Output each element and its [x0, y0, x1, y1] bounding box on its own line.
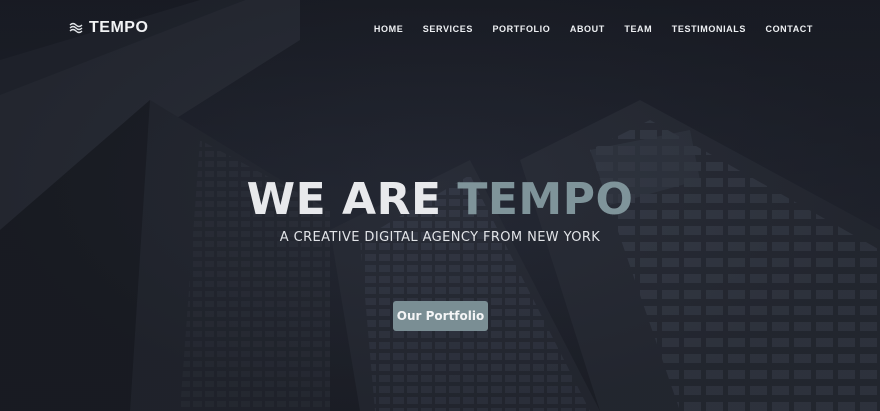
nav-link-contact[interactable]: CONTACT — [765, 24, 813, 34]
nav-link-home[interactable]: HOME — [374, 24, 403, 34]
top-navbar: TEMPO HOME SERVICES PORTFOLIO ABOUT TEAM… — [0, 0, 880, 56]
nav-item-home: HOME — [374, 19, 403, 37]
nav-item-team: TEAM — [624, 19, 652, 37]
hero-title-accent: TEMPO — [457, 174, 634, 225]
nav-link-portfolio[interactable]: PORTFOLIO — [492, 24, 550, 34]
our-portfolio-button[interactable]: Our Portfolio — [393, 301, 488, 331]
nav-link-testimonials[interactable]: TESTIMONIALS — [672, 24, 746, 34]
nav-link-team[interactable]: TEAM — [624, 24, 652, 34]
nav-item-about: ABOUT — [570, 19, 605, 37]
nav-item-contact: CONTACT — [765, 19, 813, 37]
hero-title: WE ARE TEMPO — [0, 174, 880, 226]
brand-name: TEMPO — [89, 19, 149, 36]
brand-logo[interactable]: TEMPO — [69, 19, 148, 37]
nav-menu: HOME SERVICES PORTFOLIO ABOUT TEAM TESTI… — [374, 19, 813, 37]
hero-subtitle: A CREATIVE DIGITAL AGENCY FROM NEW YORK — [279, 230, 601, 245]
waves-logo-icon — [69, 22, 83, 34]
nav-item-services: SERVICES — [423, 19, 473, 37]
hero-section: TEMPO HOME SERVICES PORTFOLIO ABOUT TEAM… — [0, 0, 880, 411]
nav-link-about[interactable]: ABOUT — [570, 24, 605, 34]
nav-link-services[interactable]: SERVICES — [423, 24, 473, 34]
nav-item-testimonials: TESTIMONIALS — [672, 19, 746, 37]
hero-content: WE ARE TEMPO A CREATIVE DIGITAL AGENCY F… — [0, 174, 880, 245]
nav-item-portfolio: PORTFOLIO — [492, 19, 550, 37]
hero-title-prefix: WE ARE — [246, 174, 442, 225]
